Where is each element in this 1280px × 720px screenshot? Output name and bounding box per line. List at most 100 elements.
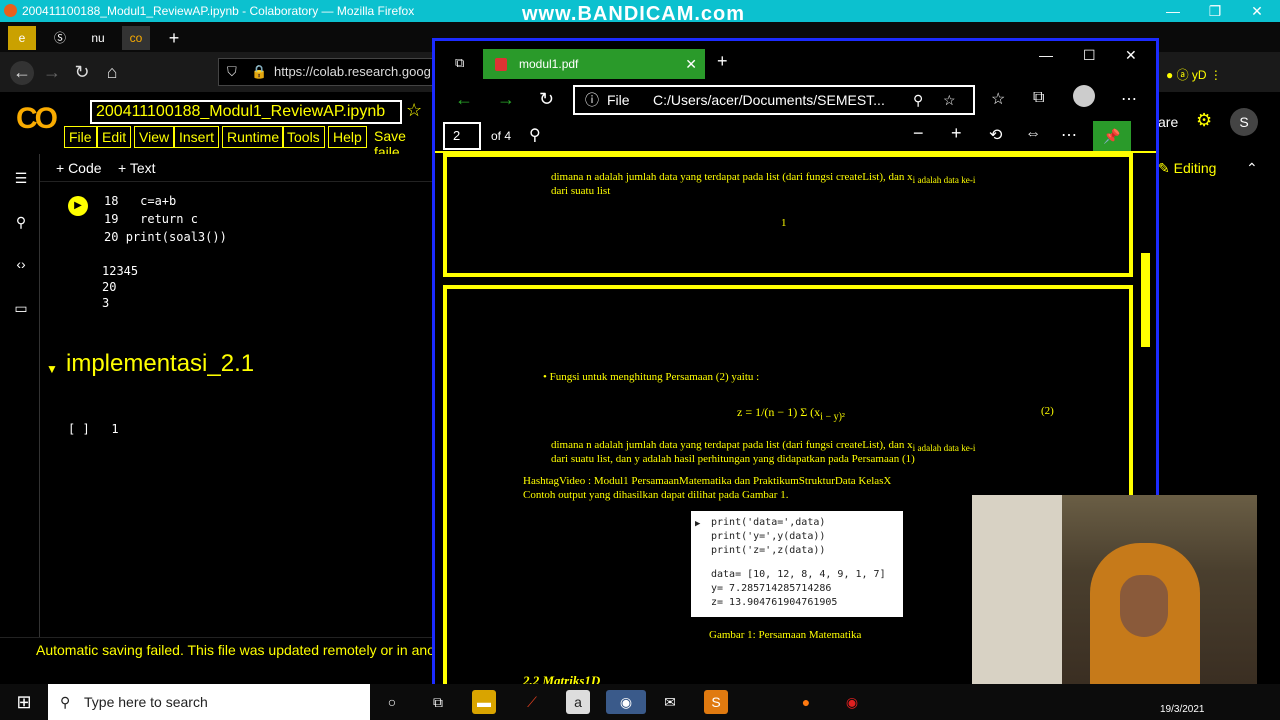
windows-taskbar: ⊞ ⚲ Type here to search ○ ⧉ ▬ ⟋ a ◉ ✉ S … [0, 684, 1280, 720]
tab-icon-s[interactable]: Ⓢ [46, 26, 74, 50]
colab-toolbar: + Code + Text [40, 154, 432, 182]
windows-start-icon[interactable]: ⊞ [12, 690, 36, 714]
home-icon[interactable]: ⌂ [100, 61, 124, 85]
colab-logo[interactable]: CO [16, 102, 58, 136]
menu-help[interactable]: Help [328, 126, 367, 148]
bandicam-taskbar-icon[interactable]: ◉ [840, 690, 864, 714]
search-icon: ⚲ [60, 694, 71, 710]
figure-output-line: z= 13.904761904761905 [711, 597, 838, 608]
search-icon[interactable]: ⚲ [10, 214, 32, 236]
share-label[interactable]: are [1158, 114, 1178, 130]
zoom-out-icon[interactable]: − [913, 123, 924, 144]
back-icon[interactable]: ← [10, 61, 34, 85]
folder-icon[interactable]: ▭ [10, 300, 32, 322]
file-explorer-icon[interactable]: ▬ [472, 690, 496, 714]
pdf-bullet: • Fungsi untuk menghitung Persamaan (2) … [543, 371, 760, 383]
add-favorite-icon[interactable]: ☆ [943, 87, 956, 113]
pin-toolbar-icon[interactable]: 📌 [1093, 121, 1131, 151]
code-line: 19 return c [104, 212, 198, 226]
task-view-icon[interactable]: ⧉ [426, 690, 450, 714]
zoom-icon[interactable]: ⚲ [913, 87, 923, 113]
figure-code-line: print('z=',z(data)) [711, 545, 826, 556]
menu-view[interactable]: View [134, 126, 175, 148]
tab-actions-icon[interactable]: ⧉ [455, 55, 464, 71]
more-menu-icon[interactable]: ⋯ [1121, 89, 1137, 109]
run-indicator-icon: ▶ [695, 519, 701, 529]
code-snippets-icon[interactable]: ‹› [10, 256, 32, 278]
rotate-icon[interactable]: ⟲ [989, 125, 1002, 145]
figure-output-line: y= 7.285714285714286 [711, 583, 832, 594]
minimize-button[interactable]: — [1154, 0, 1192, 22]
search-icon[interactable]: ⚲ [529, 125, 541, 145]
url-bar[interactable]: ⛉ 🔒 https://colab.research.goog [218, 58, 448, 86]
pdf-text: dimana n adalah jumlah data yang terdapa… [551, 171, 976, 186]
tab-icon-colab[interactable]: co [122, 26, 150, 50]
menu-runtime[interactable]: Runtime [222, 126, 285, 148]
pdf-text: dari suatu list [551, 185, 611, 197]
menu-tools[interactable]: Tools [282, 126, 325, 148]
tab-icon-e[interactable]: e [8, 26, 36, 50]
colab-left-rail: ☰ ⚲ ‹› ▭ [0, 154, 40, 684]
fit-page-icon[interactable]: ⇔ [1025, 125, 1041, 143]
menu-edit[interactable]: Edit [97, 126, 132, 148]
edge-tab-modul1[interactable]: modul1.pdf ✕ [483, 49, 705, 79]
new-tab-button[interactable]: + [717, 51, 728, 72]
edge-taskbar-icon[interactable]: ◉ [606, 690, 646, 714]
back-icon[interactable]: ← [455, 89, 473, 110]
code-line: 18 c=a+b [104, 194, 177, 208]
firefox-icon [4, 4, 17, 17]
close-button[interactable]: ✕ [1238, 0, 1276, 22]
edge-address-bar[interactable]: ⓘ File C:/Users/acer/Documents/SEMEST...… [573, 85, 975, 115]
page-number-input[interactable]: 2 [443, 122, 481, 150]
scrollbar-thumb[interactable] [1141, 253, 1150, 347]
close-tab-icon[interactable]: ✕ [685, 49, 697, 79]
store-icon[interactable]: a [566, 690, 590, 714]
collapse-caret-icon[interactable]: ▼ [46, 362, 58, 376]
lock-icon: 🔒 [251, 64, 268, 79]
profile-icon[interactable] [1073, 85, 1095, 107]
firefox-taskbar-icon[interactable]: ● [794, 690, 818, 714]
cell-output: 20 [102, 280, 117, 294]
pdf-text: dari suatu list, dan y adalah hasil perh… [551, 453, 915, 465]
favorites-icon[interactable]: ☆ [991, 89, 1005, 109]
code-screenshot-figure: ▶ print('data=',data) print('y=',y(data)… [691, 511, 903, 617]
add-code-button[interactable]: + Code [56, 160, 102, 176]
cortana-icon[interactable]: ○ [380, 690, 404, 714]
maximize-button[interactable]: ❐ [1196, 0, 1234, 22]
info-icon: ⓘ [585, 92, 599, 108]
editing-mode[interactable]: ✎ Editing [1158, 160, 1216, 177]
add-text-button[interactable]: + Text [118, 160, 156, 176]
avatar[interactable]: S [1230, 108, 1258, 136]
webcam-face [1120, 575, 1168, 637]
sublime-icon[interactable]: S [704, 690, 728, 714]
edge-minimize-button[interactable]: — [1039, 47, 1053, 63]
menu-file[interactable]: File [64, 126, 97, 148]
gear-icon[interactable]: ⚙ [1196, 110, 1212, 131]
forward-icon[interactable]: → [497, 89, 515, 110]
extension-icons[interactable]: ● ⓐ yD ⋮ [1166, 66, 1222, 83]
more-tools-icon[interactable]: ⋯ [1061, 125, 1077, 145]
edge-close-button[interactable]: ✕ [1125, 47, 1137, 64]
zoom-in-icon[interactable]: + [951, 123, 962, 144]
edge-maximize-button[interactable]: ☐ [1083, 47, 1096, 64]
menu-insert[interactable]: Insert [174, 126, 220, 148]
new-tab-button[interactable]: + [160, 26, 188, 50]
window-title: 200411100188_Modul1_ReviewAP.ipynb - Col… [22, 4, 415, 18]
pdf-formula: z = 1/(n − 1) Σ (xi − y)² [737, 405, 845, 423]
tab-icon-nu[interactable]: nu [84, 26, 112, 50]
page-total: of 4 [491, 129, 512, 143]
section-heading: implementasi_2.1 [66, 350, 255, 377]
empty-code-cell[interactable]: [ ] 1 [68, 422, 119, 436]
toc-icon[interactable]: ☰ [10, 170, 32, 192]
figure-code-line: print('y=',y(data)) [711, 531, 826, 542]
reload-icon[interactable]: ↻ [70, 61, 94, 85]
refresh-icon[interactable]: ↻ [539, 89, 554, 110]
chevron-up-icon[interactable]: ⌃ [1246, 160, 1258, 177]
pdf-text: dimana n adalah jumlah data yang terdapa… [551, 439, 976, 454]
app-icon[interactable]: ⟋ [520, 690, 544, 714]
mail-icon[interactable]: ✉ [658, 690, 682, 714]
collections-icon[interactable]: ⧉ [1033, 89, 1044, 107]
run-cell-button[interactable]: ▶ [68, 196, 88, 216]
forward-icon[interactable]: → [40, 61, 64, 85]
taskbar-search[interactable]: ⚲ Type here to search [48, 684, 370, 720]
